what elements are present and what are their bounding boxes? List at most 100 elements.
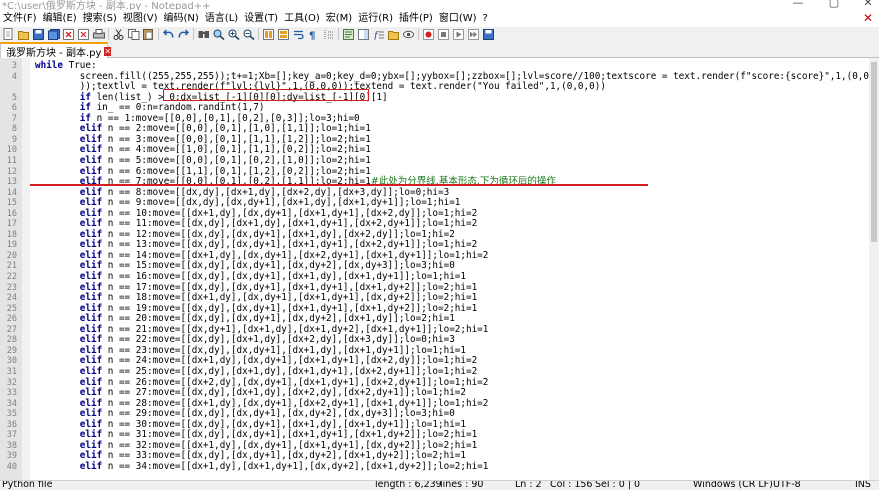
record-icon[interactable] xyxy=(421,28,436,41)
maximize-button[interactable]: ▢ xyxy=(823,0,845,10)
code-text: elif n == 22:move=[[dx,dy],[dx+1,dy],[dx… xyxy=(79,334,455,346)
line-number: 14 xyxy=(6,187,17,198)
all-chars-icon[interactable]: ¶ xyxy=(306,28,321,41)
redo-icon[interactable] xyxy=(176,28,191,41)
code-editor[interactable]: 3 while True: 4 screen.fill((255,255,255))… xyxy=(0,58,879,480)
paste-icon[interactable] xyxy=(141,28,156,41)
line-number: 22 xyxy=(6,272,17,282)
wrap-icon[interactable] xyxy=(291,28,306,41)
line-number: 23 xyxy=(6,282,17,293)
toolbar-separator xyxy=(193,28,194,40)
code-text: elif n == 34:move=[[dx+1,dy],[dx+1,dy+1]… xyxy=(79,460,489,472)
stop-icon[interactable] xyxy=(436,28,451,41)
doc-map-icon[interactable] xyxy=(356,28,371,41)
menu-macro[interactable]: 宏(M) xyxy=(323,10,355,27)
scrollbar-thumb[interactable] xyxy=(871,62,877,242)
open-icon[interactable] xyxy=(16,28,31,41)
keyword: elif xyxy=(79,292,103,304)
status-encoding[interactable]: UTF-8 xyxy=(773,481,801,490)
menu-bar: 文件(F) 编辑(E) 搜索(S) 视图(V) 编码(N) 语言(L) 设置(T… xyxy=(0,10,879,27)
status-lines: lines : 90 xyxy=(440,480,484,490)
folder-workspace-icon[interactable] xyxy=(386,28,401,41)
close-icon[interactable] xyxy=(61,28,76,41)
find-icon[interactable] xyxy=(196,28,211,41)
code-text: elif n == 32:move=[[dx+1,dy],[dx,dy+1],[… xyxy=(79,439,478,451)
keyword: elif xyxy=(79,165,103,177)
tab-document[interactable]: 俄罗斯方块 - 副本.py ✕ xyxy=(0,42,112,59)
toolbar-separator xyxy=(418,28,419,40)
menu-encoding[interactable]: 编码(N) xyxy=(161,10,202,27)
keyword: elif xyxy=(79,397,103,409)
udl-icon[interactable] xyxy=(341,28,356,41)
tab-bar: 俄罗斯方块 - 副本.py ✕ xyxy=(0,41,879,59)
zoom-in-icon[interactable] xyxy=(226,28,241,41)
code-text: if n == 1:move=[[0,0],[0,1],[0,2],[0,3]]… xyxy=(79,112,360,124)
line-number: 12 xyxy=(6,166,17,177)
code-text: elif n == 23:move=[[dx,dy],[dx,dy+1],[dx… xyxy=(79,344,466,356)
menu-file[interactable]: 文件(F) xyxy=(0,10,40,27)
close-all-icon[interactable] xyxy=(76,28,91,41)
line-number: 19 xyxy=(6,240,17,251)
sync-h-icon[interactable] xyxy=(276,28,291,41)
print-icon[interactable] xyxy=(91,28,106,41)
line-number: 18 xyxy=(6,229,17,240)
play-icon[interactable] xyxy=(451,28,466,41)
line-number: 31 xyxy=(6,366,17,377)
line-number: 25 xyxy=(6,303,17,314)
menu-plugins[interactable]: 插件(P) xyxy=(396,10,436,27)
keyword: elif xyxy=(79,450,103,462)
menu-tools[interactable]: 工具(O) xyxy=(281,10,323,27)
cut-icon[interactable] xyxy=(111,28,126,41)
status-bar: Python file length : 6,239 lines : 90 Ln… xyxy=(0,480,879,490)
close-document-button[interactable]: ✕ xyxy=(863,10,873,27)
play-multi-icon[interactable] xyxy=(466,28,481,41)
code-text: elif n == 27:move=[[dx,dy],[dx+1,dy],[dx… xyxy=(79,387,466,399)
menu-settings[interactable]: 设置(T) xyxy=(241,10,281,27)
toolbar-separator xyxy=(338,28,339,40)
keyword: elif xyxy=(79,228,103,240)
menu-help[interactable]: ? xyxy=(480,10,491,27)
menu-run[interactable]: 运行(R) xyxy=(355,10,396,27)
keyword: elif xyxy=(79,344,103,356)
vertical-scrollbar[interactable] xyxy=(869,58,879,480)
status-eol[interactable]: Windows (CR LF) xyxy=(693,481,773,490)
copy-icon[interactable] xyxy=(126,28,141,41)
save-all-icon[interactable] xyxy=(46,28,61,41)
line-number: 10 xyxy=(6,145,17,156)
zoom-out-icon[interactable] xyxy=(241,28,256,41)
keyword: elif xyxy=(79,218,103,230)
separator-line xyxy=(30,184,648,186)
keyword: elif xyxy=(79,249,103,261)
indent-guide-icon[interactable] xyxy=(321,28,336,41)
line-number: 7 xyxy=(11,113,17,124)
menu-search[interactable]: 搜索(S) xyxy=(80,10,120,27)
minimize-button[interactable]: — xyxy=(787,0,809,10)
line-number: 13 xyxy=(6,177,17,188)
menu-window[interactable]: 窗口(W) xyxy=(436,10,480,27)
new-icon[interactable] xyxy=(1,28,16,41)
keyword: elif xyxy=(79,281,103,293)
keyword: elif xyxy=(79,408,103,420)
sync-v-icon[interactable] xyxy=(261,28,276,41)
replace-icon[interactable] xyxy=(211,28,226,41)
keyword: elif xyxy=(79,271,103,282)
svg-text:f: f xyxy=(373,30,380,40)
monitor-icon[interactable] xyxy=(401,28,416,41)
code-text: elif n == 12:move=[[dx,dy],[dx,dy+1],[dx… xyxy=(79,228,455,240)
code-text: elif n == 25:move=[[dx,dy],[dx+1,dy],[dx… xyxy=(79,365,478,377)
undo-icon[interactable] xyxy=(161,28,176,41)
line-number: 29 xyxy=(6,345,17,356)
save-icon[interactable] xyxy=(31,28,46,41)
menu-edit[interactable]: 编辑(E) xyxy=(40,10,80,27)
function-list-icon[interactable]: f xyxy=(371,28,386,41)
menu-view[interactable]: 视图(V) xyxy=(120,10,161,27)
menu-language[interactable]: 语言(L) xyxy=(202,10,241,27)
save-macro-icon[interactable] xyxy=(481,28,496,41)
keyword: elif xyxy=(79,365,103,377)
code-text: elif n == 29:move=[[dx,dy],[dx,dy+1],[dx… xyxy=(79,408,455,420)
status-sel: Sel : 0 | 0 xyxy=(595,480,641,490)
tab-close-button[interactable]: ✕ xyxy=(104,46,112,56)
line-number: 39 xyxy=(6,451,17,462)
status-mode: INS xyxy=(855,480,871,490)
close-window-button[interactable]: ✕ xyxy=(857,0,879,10)
